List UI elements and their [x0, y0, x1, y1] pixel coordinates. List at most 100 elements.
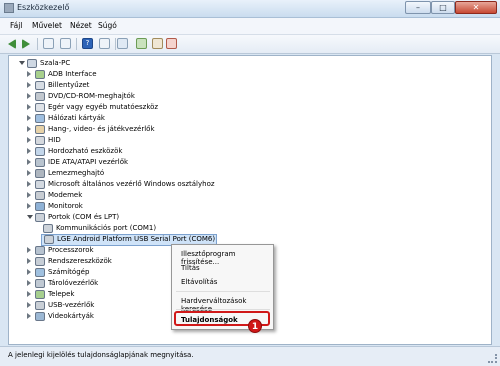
expand-icon[interactable] [27, 181, 31, 187]
tree-item-sound-video-game[interactable]: Hang-, video- és játékvezérlők [27, 125, 207, 135]
monitor-icon [35, 202, 45, 211]
expand-icon[interactable] [27, 137, 31, 143]
tree-item-label: Videokártyák [48, 312, 94, 320]
computer-icon [27, 59, 37, 68]
resize-grip-icon[interactable] [488, 354, 497, 363]
tree-item-monitors[interactable]: Monitorok [27, 202, 207, 212]
menu-action[interactable]: Művelet [32, 21, 62, 30]
port-icon [44, 235, 54, 244]
disk-drive-icon [35, 169, 45, 178]
scan-hardware-icon[interactable] [117, 38, 128, 49]
keyboard-icon [35, 81, 45, 90]
step-badge: 1 [248, 319, 262, 333]
tree-item-label: Microsoft általános vezérlő Windows oszt… [48, 180, 215, 188]
tree-item-label: Billentyűzet [48, 81, 90, 89]
help-icon[interactable]: ? [82, 38, 93, 49]
title-bar[interactable]: Eszközkezelő – □ ✕ [0, 0, 500, 18]
expand-icon[interactable] [27, 313, 31, 319]
display-adapter-icon [35, 312, 45, 321]
expand-icon[interactable] [27, 82, 31, 88]
close-button[interactable]: ✕ [455, 1, 497, 14]
tree-item-microsoft-controller[interactable]: Microsoft általános vezérlő Windows oszt… [27, 180, 247, 190]
disc-drive-icon [35, 92, 45, 101]
tree-item-portable-devices[interactable]: Hordozható eszközök [27, 147, 207, 157]
status-text: A jelenlegi kijelölés tulajdonságlapjána… [8, 351, 194, 359]
expand-icon[interactable] [27, 291, 31, 297]
expand-icon[interactable] [27, 104, 31, 110]
toolbar-separator [115, 38, 116, 50]
controller-icon [35, 180, 45, 189]
system-device-icon [35, 257, 45, 266]
collapse-icon[interactable] [27, 215, 33, 219]
status-bar: A jelenlegi kijelölés tulajdonságlapjána… [0, 346, 500, 366]
tree-item-label: USB-vezérlők [48, 301, 95, 309]
tree-item-label: Processzorok [48, 246, 94, 254]
expand-icon[interactable] [27, 93, 31, 99]
mouse-icon [35, 103, 45, 112]
tree-item-mouse[interactable]: Egér vagy egyéb mutatóeszköz [27, 103, 207, 113]
properties-icon[interactable] [43, 38, 54, 49]
minimize-button[interactable]: – [405, 1, 431, 14]
expand-icon[interactable] [27, 203, 31, 209]
view-icon[interactable] [60, 38, 71, 49]
tree-item-label: Számítógép [48, 268, 90, 276]
network-adapter-icon [35, 114, 45, 123]
collapse-icon[interactable] [19, 61, 25, 65]
expand-icon[interactable] [27, 192, 31, 198]
tree-item-label: LGE Android Platform USB Serial Port (CO… [57, 235, 216, 243]
tree-item-network-adapters[interactable]: Hálózati kártyák [27, 114, 207, 124]
tree-item-label: Lemezmeghajtó [48, 169, 105, 177]
menu-view[interactable]: Nézet [70, 21, 92, 30]
uninstall-icon[interactable] [166, 38, 177, 49]
tree-root[interactable]: Szala-PC [19, 59, 119, 69]
update-driver-icon[interactable] [136, 38, 147, 49]
tree-item-keyboard[interactable]: Billentyűzet [27, 81, 207, 91]
toolbar-separator [37, 38, 38, 50]
expand-icon[interactable] [27, 159, 31, 165]
expand-icon[interactable] [27, 126, 31, 132]
tree-item-adb-interface[interactable]: ADB Interface [27, 70, 207, 80]
tree-item-ide-ata[interactable]: IDE ATA/ATAPI vezérlők [27, 158, 207, 168]
disable-menu-item[interactable]: Tiltás [181, 264, 200, 272]
uninstall-menu-item[interactable]: Eltávolítás [181, 278, 217, 286]
tree-item-hid[interactable]: HID [27, 136, 207, 146]
expand-icon[interactable] [27, 148, 31, 154]
expand-icon[interactable] [27, 247, 31, 253]
tree-item-label: Modemek [48, 191, 83, 199]
tree-item-label: HID [48, 136, 61, 144]
toolbar: ? [0, 35, 500, 54]
speaker-icon [35, 125, 45, 134]
tree-item-label: Tárolóvezérlők [48, 279, 99, 287]
menu-file[interactable]: Fájl [10, 21, 22, 30]
forward-icon[interactable] [22, 39, 30, 49]
tree-item-label: Telepek [48, 290, 75, 298]
menu-help[interactable]: Súgó [98, 21, 117, 30]
expand-icon[interactable] [27, 258, 31, 264]
expand-icon[interactable] [27, 115, 31, 121]
disable-icon[interactable] [152, 38, 163, 49]
tree-item-label: ADB Interface [48, 70, 97, 78]
menu-separator [176, 291, 270, 292]
expand-icon[interactable] [27, 269, 31, 275]
expand-icon[interactable] [27, 170, 31, 176]
android-device-icon [35, 70, 45, 79]
tree-item-disk-drives[interactable]: Lemezmeghajtó [27, 169, 207, 179]
port-icon [35, 213, 45, 222]
tree-item-label: Monitorok [48, 202, 83, 210]
tree-item-modems[interactable]: Modemek [27, 191, 207, 201]
tree-item-dvd-cd-rom[interactable]: DVD/CD-ROM-meghajtók [27, 92, 207, 102]
tree-item-com1[interactable]: Kommunikációs port (COM1) [35, 224, 215, 234]
expand-icon[interactable] [27, 280, 31, 286]
back-icon[interactable] [8, 39, 16, 49]
resource-icon[interactable] [99, 38, 110, 49]
tree-item-label: IDE ATA/ATAPI vezérlők [48, 158, 129, 166]
usb-icon [35, 301, 45, 310]
tree-item-label: Hordozható eszközök [48, 147, 123, 155]
tree-item-ports[interactable]: Portok (COM és LPT) [27, 213, 207, 223]
hid-icon [35, 136, 45, 145]
expand-icon[interactable] [27, 71, 31, 77]
processor-icon [35, 246, 45, 255]
modem-icon [35, 191, 45, 200]
maximize-button[interactable]: □ [431, 1, 455, 14]
expand-icon[interactable] [27, 302, 31, 308]
